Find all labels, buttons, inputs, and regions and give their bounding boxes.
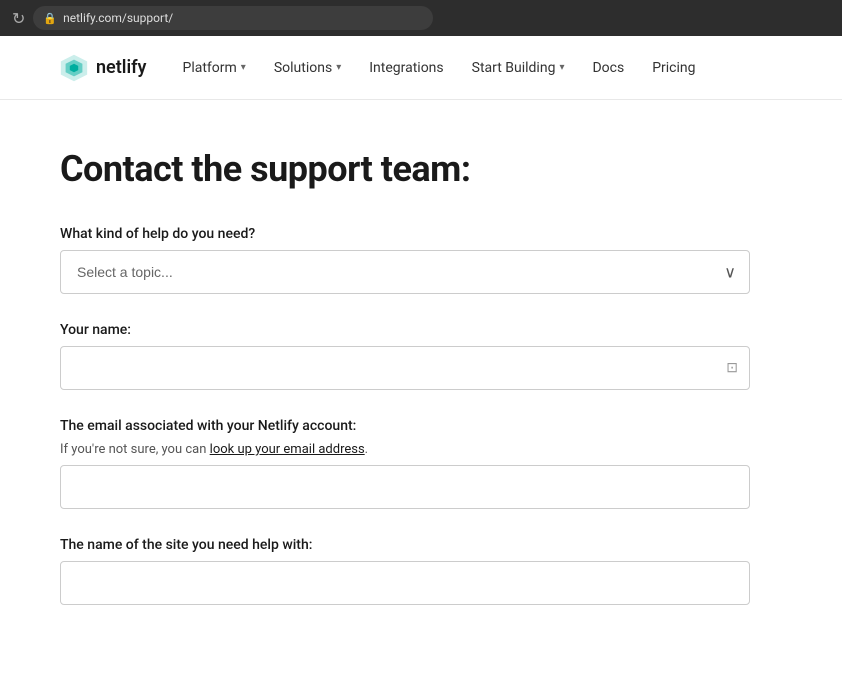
name-label: Your name: — [60, 322, 782, 338]
nav-item-start-building[interactable]: Start Building ▾ — [460, 52, 577, 84]
nav-item-integrations[interactable]: Integrations — [357, 52, 455, 84]
lookup-email-link[interactable]: look up your email address — [210, 442, 365, 457]
main-content: Contact the support team: What kind of h… — [0, 100, 842, 681]
logo-text: netlify — [96, 57, 146, 78]
topic-label: What kind of help do you need? — [60, 226, 782, 242]
platform-chevron-icon: ▾ — [241, 62, 246, 73]
nav-item-docs[interactable]: Docs — [580, 52, 636, 84]
nav-item-platform[interactable]: Platform ▾ — [170, 52, 257, 84]
lock-icon: 🔒 — [43, 12, 57, 25]
topic-select[interactable]: Select a topic... — [60, 250, 750, 294]
solutions-chevron-icon: ▾ — [336, 62, 341, 73]
nav-item-pricing[interactable]: Pricing — [640, 52, 707, 84]
site-input[interactable] — [60, 561, 750, 605]
reload-icon[interactable]: ↻ — [12, 9, 25, 28]
email-help-text: If you're not sure, you can look up your… — [60, 442, 782, 457]
url-bar[interactable]: 🔒 netlify.com/support/ — [33, 6, 433, 30]
url-text: netlify.com/support/ — [63, 11, 173, 25]
email-input[interactable] — [60, 465, 750, 509]
start-building-chevron-icon: ▾ — [559, 62, 564, 73]
site-label: The name of the site you need help with: — [60, 537, 782, 553]
browser-chrome: ↻ 🔒 netlify.com/support/ — [0, 0, 842, 36]
topic-group: What kind of help do you need? Select a … — [60, 226, 782, 294]
name-input-wrapper: ⊡ — [60, 346, 750, 390]
email-label: The email associated with your Netlify a… — [60, 418, 782, 434]
email-group: The email associated with your Netlify a… — [60, 418, 782, 509]
site-group: The name of the site you need help with: — [60, 537, 782, 605]
page-title: Contact the support team: — [60, 148, 782, 190]
support-form: What kind of help do you need? Select a … — [60, 226, 782, 605]
name-group: Your name: ⊡ — [60, 322, 782, 390]
netlify-logo-icon — [60, 54, 88, 82]
email-input-wrapper — [60, 465, 750, 509]
nav-item-solutions[interactable]: Solutions ▾ — [262, 52, 353, 84]
site-input-wrapper — [60, 561, 750, 605]
nav-links: Platform ▾ Solutions ▾ Integrations Star… — [170, 52, 707, 84]
nav-logo[interactable]: netlify — [60, 54, 146, 82]
navbar: netlify Platform ▾ Solutions ▾ Integrati… — [0, 36, 842, 100]
topic-select-wrapper: Select a topic... ∨ — [60, 250, 750, 294]
name-input[interactable] — [60, 346, 750, 390]
